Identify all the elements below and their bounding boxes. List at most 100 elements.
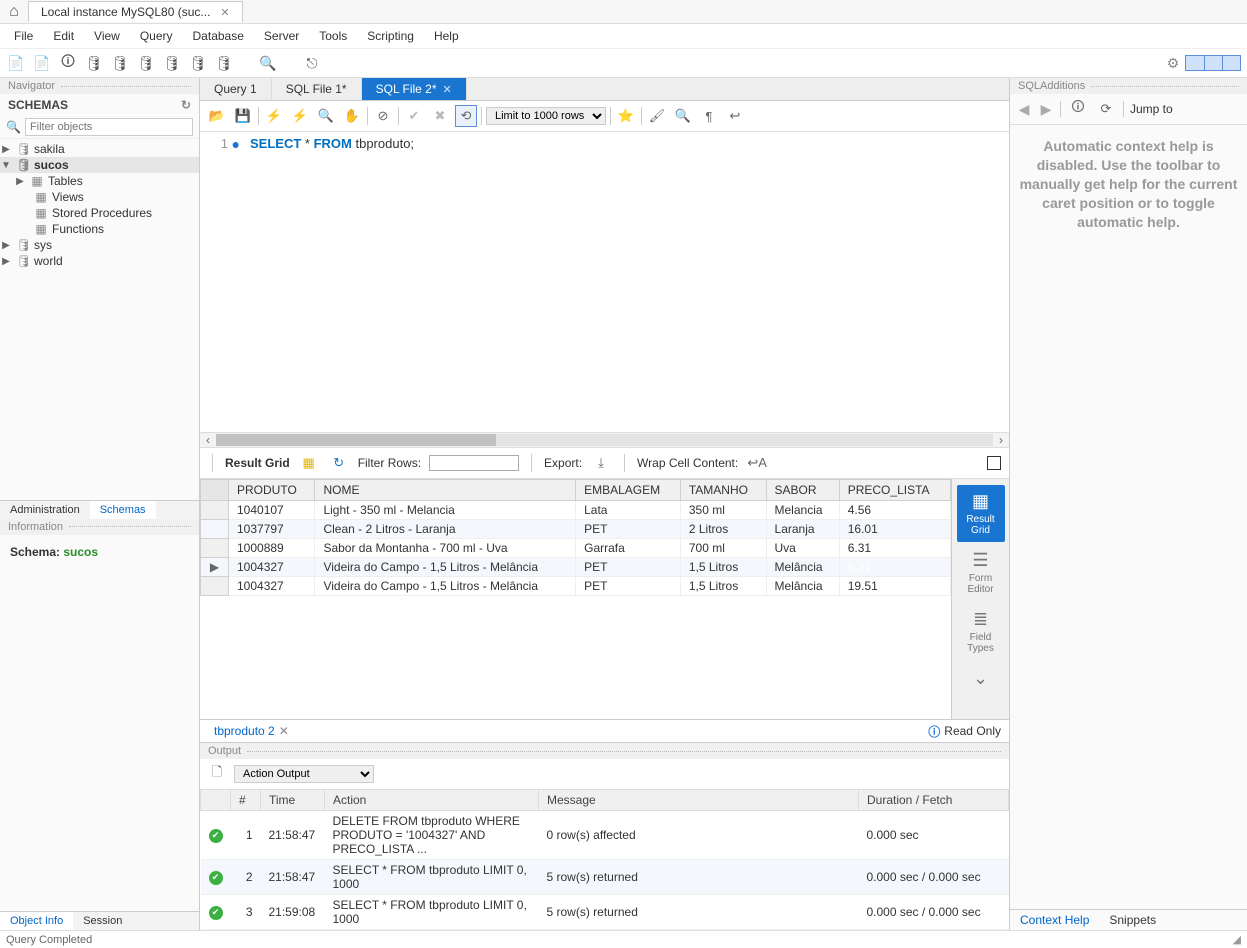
tab-schemas[interactable]: Schemas <box>90 501 156 519</box>
breakpoint-icon[interactable]: ● <box>232 136 240 152</box>
cell-nome[interactable]: Light - 350 ml - Melancia <box>315 501 576 520</box>
grid-icon[interactable]: ▦ <box>298 452 320 474</box>
db-icon-5[interactable]: 🛢 <box>188 53 208 73</box>
gear-icon[interactable]: ⚙ <box>1163 53 1183 73</box>
sql-editor[interactable]: 1● SELECT * FROM tbproduto; <box>200 132 1009 432</box>
col-tamanho[interactable]: TAMANHO <box>680 480 766 501</box>
refresh-icon[interactable]: ↻ <box>328 452 350 474</box>
tab-session[interactable]: Session <box>73 912 132 930</box>
output-row[interactable]: ✔121:58:47DELETE FROM tbproduto WHERE PR… <box>201 811 1009 860</box>
col-num[interactable]: # <box>231 790 261 811</box>
db-icon-3[interactable]: 🛢 <box>136 53 156 73</box>
cell-produto[interactable]: 1004327 <box>229 558 315 577</box>
row-marker[interactable]: ▶ <box>201 558 229 577</box>
home-icon[interactable]: ⌂ <box>0 3 28 21</box>
table-row[interactable]: 1037797Clean - 2 Litros - LaranjaPET2 Li… <box>201 520 951 539</box>
tab-context-help[interactable]: Context Help <box>1010 910 1099 930</box>
save-icon[interactable]: 💾 <box>232 105 254 127</box>
cell-nome[interactable]: Clean - 2 Litros - Laranja <box>315 520 576 539</box>
forward-icon[interactable]: ▶ <box>1038 101 1054 118</box>
auto-help-icon[interactable]: ⟳ <box>1095 98 1117 120</box>
side-result-grid[interactable]: ▦Result Grid <box>957 485 1005 542</box>
execute-current-icon[interactable]: ⚡ <box>289 105 311 127</box>
export-icon[interactable]: ⤓ <box>590 452 612 474</box>
scroll-thumb[interactable] <box>216 434 496 446</box>
tree-world[interactable]: world <box>34 254 63 268</box>
cell-sabor[interactable]: Melancia <box>766 501 839 520</box>
wrap-icon[interactable]: ↩ <box>724 105 746 127</box>
tab-object-info[interactable]: Object Info <box>0 912 73 930</box>
cell-tamanho[interactable]: 1,5 Litros <box>680 577 766 596</box>
layout-toggle[interactable] <box>1185 55 1241 71</box>
explain-icon[interactable]: 🔍 <box>315 105 337 127</box>
cell-nome[interactable]: Sabor da Montanha - 700 ml - Uva <box>315 539 576 558</box>
col-produto[interactable]: PRODUTO <box>229 480 315 501</box>
result-tab[interactable]: tbproduto 2 ✕ <box>208 722 295 740</box>
search-icon[interactable]: 🔍 <box>258 53 278 73</box>
cell-tamanho[interactable]: 1,5 Litros <box>680 558 766 577</box>
cell-embalagem[interactable]: PET <box>576 577 681 596</box>
toggle-panel-icon[interactable] <box>987 456 1001 470</box>
cell-preco[interactable]: 6.31 <box>839 558 950 577</box>
commit-icon[interactable]: ✔ <box>403 105 425 127</box>
row-marker[interactable] <box>201 577 229 596</box>
output-row[interactable]: ✔321:59:08SELECT * FROM tbproduto LIMIT … <box>201 895 1009 930</box>
cell-nome[interactable]: Videira do Campo - 1,5 Litros - Melância <box>315 577 576 596</box>
rollback-icon[interactable]: ✖ <box>429 105 451 127</box>
cell-tamanho[interactable]: 350 ml <box>680 501 766 520</box>
cell-tamanho[interactable]: 2 Litros <box>680 520 766 539</box>
resize-grip-icon[interactable]: ◢ <box>1233 933 1241 946</box>
tree-sprocs[interactable]: Stored Procedures <box>52 206 152 220</box>
tree-functions[interactable]: Functions <box>52 222 104 236</box>
dashboard-icon[interactable]: ⎋ <box>302 53 322 73</box>
cell-preco[interactable]: 19.51 <box>839 577 950 596</box>
execute-icon[interactable]: ⚡ <box>263 105 285 127</box>
tab-sqlfile2[interactable]: SQL File 2* ✕ <box>362 78 467 100</box>
col-time[interactable]: Time <box>261 790 325 811</box>
col-action[interactable]: Action <box>325 790 539 811</box>
refresh-icon[interactable]: ↻ <box>181 98 191 112</box>
filter-objects-input[interactable] <box>25 118 193 136</box>
new-sql-tab-icon[interactable]: 📄 <box>6 53 26 73</box>
close-icon[interactable]: ✕ <box>443 83 452 96</box>
cell-embalagem[interactable]: PET <box>576 520 681 539</box>
menu-server[interactable]: Server <box>256 27 307 45</box>
tree-sakila[interactable]: sakila <box>34 142 65 156</box>
tree-sucos[interactable]: sucos <box>34 158 69 172</box>
tab-administration[interactable]: Administration <box>0 501 90 519</box>
cell-produto[interactable]: 1040107 <box>229 501 315 520</box>
row-marker[interactable] <box>201 501 229 520</box>
menu-help[interactable]: Help <box>426 27 467 45</box>
row-marker[interactable] <box>201 539 229 558</box>
side-form-editor[interactable]: ☰Form Editor <box>957 544 1005 601</box>
wrap-cell-icon[interactable]: ↩A <box>746 452 768 474</box>
cell-sabor[interactable]: Melância <box>766 558 839 577</box>
col-preco[interactable]: PRECO_LISTA <box>839 480 950 501</box>
col-embalagem[interactable]: EMBALAGEM <box>576 480 681 501</box>
menu-edit[interactable]: Edit <box>45 27 82 45</box>
find-icon[interactable]: 🔍 <box>672 105 694 127</box>
schema-tree[interactable]: ▶🛢sakila ▼🛢sucos ▶▦Tables ▦Views ▦Stored… <box>0 139 199 500</box>
menu-file[interactable]: File <box>6 27 41 45</box>
result-grid[interactable]: PRODUTO NOME EMBALAGEM TAMANHO SABOR PRE… <box>200 479 951 719</box>
output-row[interactable]: ✔221:58:47SELECT * FROM tbproduto LIMIT … <box>201 860 1009 895</box>
db-icon-4[interactable]: 🛢 <box>162 53 182 73</box>
cancel-icon[interactable]: ⊘ <box>372 105 394 127</box>
autocommit-icon[interactable]: ⟲ <box>455 105 477 127</box>
col-sabor[interactable]: SABOR <box>766 480 839 501</box>
menu-scripting[interactable]: Scripting <box>359 27 422 45</box>
tree-tables[interactable]: Tables <box>48 174 83 188</box>
editor-hscroll[interactable]: ‹ › <box>200 432 1009 448</box>
cell-tamanho[interactable]: 700 ml <box>680 539 766 558</box>
cell-produto[interactable]: 1004327 <box>229 577 315 596</box>
menu-view[interactable]: View <box>86 27 128 45</box>
table-row[interactable]: ▶1004327Videira do Campo - 1,5 Litros - … <box>201 558 951 577</box>
side-field-types[interactable]: ≣Field Types <box>957 603 1005 660</box>
jump-to-label[interactable]: Jump to <box>1130 102 1173 116</box>
open-file-icon[interactable]: 📂 <box>206 105 228 127</box>
output-type-select[interactable]: Action Output <box>234 765 374 783</box>
scroll-left-icon[interactable]: ‹ <box>200 433 216 447</box>
open-sql-icon[interactable]: 📄 <box>32 53 52 73</box>
cell-produto[interactable]: 1000889 <box>229 539 315 558</box>
scroll-right-icon[interactable]: › <box>993 433 1009 447</box>
